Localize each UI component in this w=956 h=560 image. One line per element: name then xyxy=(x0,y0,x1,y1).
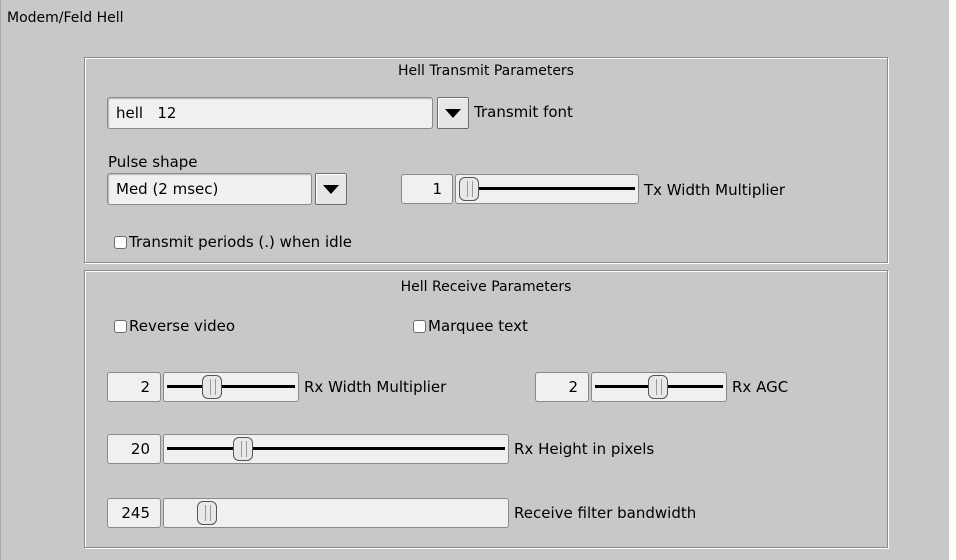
pulse-shape-dropdown-button[interactable] xyxy=(315,173,347,205)
transmit-periods-checkbox[interactable]: Transmit periods (.) when idle xyxy=(114,233,352,251)
transmit-group-label: Hell Transmit Parameters xyxy=(398,63,574,79)
checkbox-box[interactable] xyxy=(413,319,426,333)
rx-width-label: Rx Width Multiplier xyxy=(304,378,447,396)
rx-height-slider-thumb[interactable] xyxy=(233,437,253,461)
tx-width-slider-track xyxy=(459,187,635,190)
rx-agc-value[interactable]: 2 xyxy=(535,372,589,402)
transmit-periods-label: Transmit periods (.) when idle xyxy=(129,233,353,251)
transmit-font-dropdown-button[interactable] xyxy=(437,97,469,129)
rx-height-slider[interactable] xyxy=(163,434,509,464)
bandwidth-slider[interactable] xyxy=(163,498,509,528)
tab-title: Modem/Feld Hell xyxy=(7,10,124,26)
rx-height-value[interactable]: 20 xyxy=(107,434,161,464)
pulse-shape-label: Pulse shape xyxy=(108,153,198,171)
rx-agc-slider-thumb[interactable] xyxy=(648,375,668,399)
pulse-shape-field[interactable]: Med (2 msec) xyxy=(107,173,312,205)
checkbox-box[interactable] xyxy=(114,235,127,249)
checkbox-box[interactable] xyxy=(114,319,127,333)
tx-width-slider[interactable] xyxy=(455,174,639,204)
rx-height-slider-track xyxy=(167,447,505,450)
bandwidth-slider-thumb[interactable] xyxy=(197,501,217,525)
marquee-text-checkbox[interactable]: Marquee text xyxy=(413,317,528,335)
rx-agc-slider[interactable] xyxy=(591,372,727,402)
receive-group-label: Hell Receive Parameters xyxy=(400,279,572,295)
rx-width-slider[interactable] xyxy=(163,372,299,402)
reverse-video-label: Reverse video xyxy=(129,317,236,335)
transmit-font-field[interactable]: hell 12 xyxy=(107,97,433,129)
tx-width-slider-thumb[interactable] xyxy=(459,177,479,201)
marquee-text-label: Marquee text xyxy=(428,317,528,335)
rx-width-slider-thumb[interactable] xyxy=(202,375,222,399)
chevron-down-icon xyxy=(323,185,339,194)
chevron-down-icon xyxy=(445,109,461,118)
transmit-font-label: Transmit font xyxy=(474,103,573,121)
rx-width-slider-track xyxy=(167,385,295,388)
rx-width-value[interactable]: 2 xyxy=(107,372,161,402)
rx-agc-label: Rx AGC xyxy=(732,378,789,396)
tx-width-value[interactable]: 1 xyxy=(401,174,453,204)
modem-feld-hell-panel: Modem/Feld Hell Hell Transmit Parameters… xyxy=(0,0,949,560)
reverse-video-checkbox[interactable]: Reverse video xyxy=(114,317,235,335)
bandwidth-label: Receive filter bandwidth xyxy=(514,504,697,522)
rx-height-label: Rx Height in pixels xyxy=(514,440,655,458)
tx-width-label: Tx Width Multiplier xyxy=(644,181,786,199)
bandwidth-value[interactable]: 245 xyxy=(107,498,161,528)
